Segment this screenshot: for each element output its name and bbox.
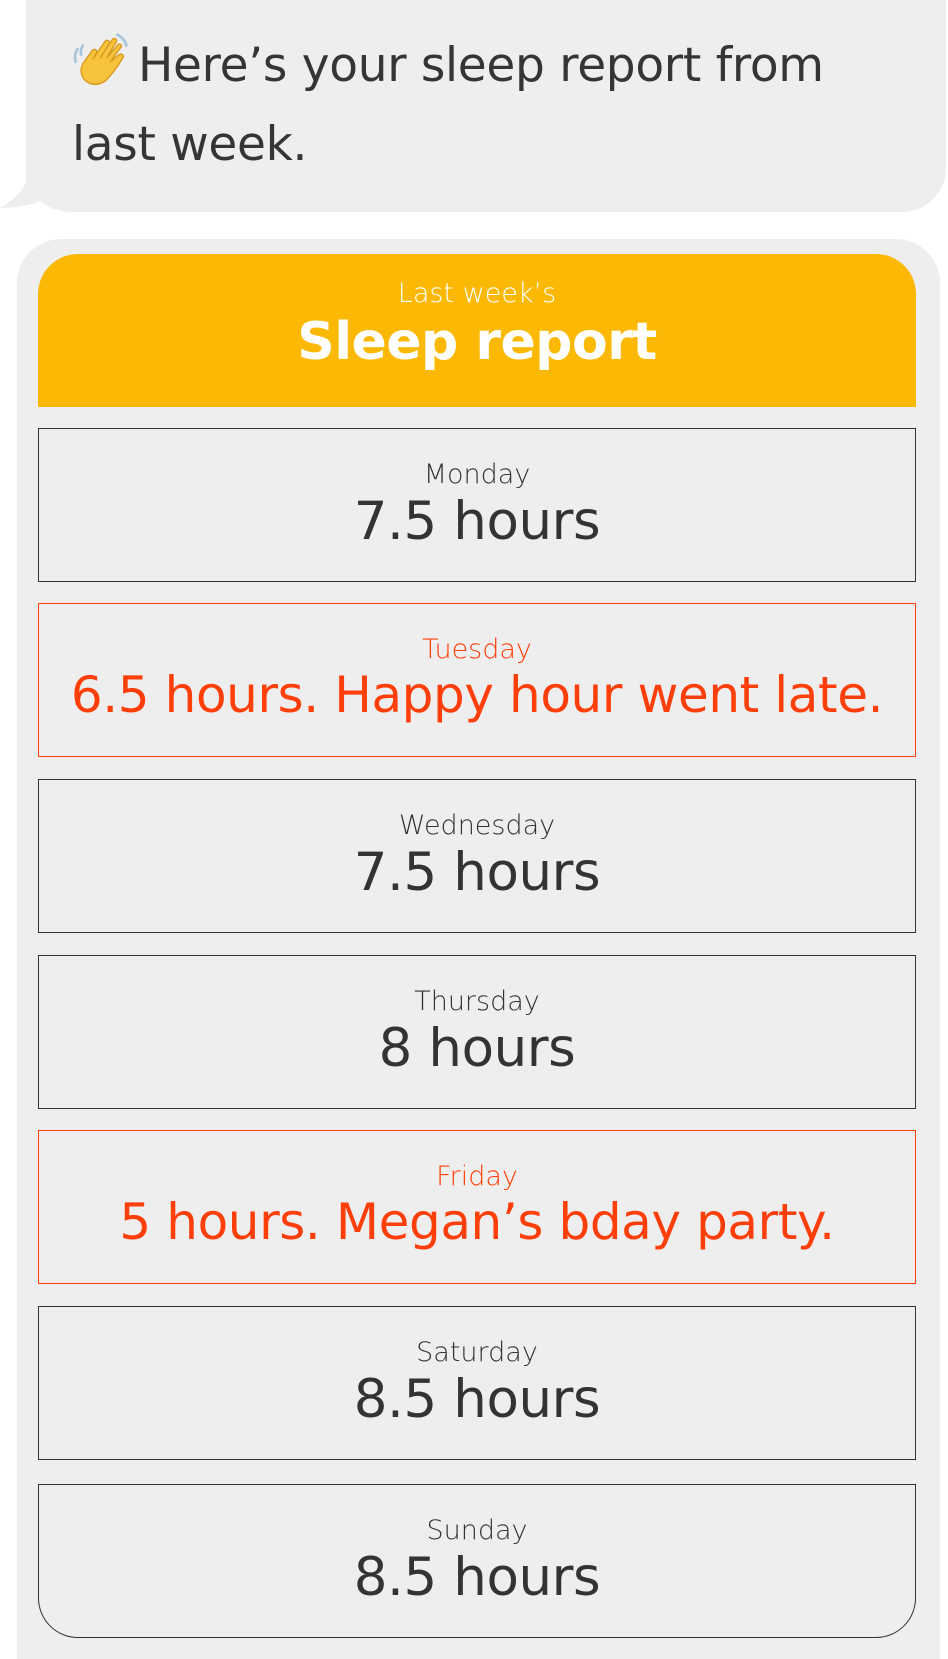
day-sleep-value: 6.5 hours. Happy hour went late. — [70, 666, 884, 724]
report-title: Sleep report — [297, 312, 657, 372]
day-row-monday: Monday 7.5 hours — [38, 428, 916, 582]
day-sleep-value: 5 hours. Megan’s bday party. — [119, 1193, 835, 1251]
chat-message-text: Here’s your sleep report from last week. — [72, 26, 912, 184]
day-name: Wednesday — [398, 810, 556, 841]
day-row-saturday: Saturday 8.5 hours — [38, 1306, 916, 1460]
day-sleep-value: 7.5 hours — [353, 491, 601, 552]
day-row-friday: Friday 5 hours. Megan’s bday party. — [38, 1130, 916, 1284]
day-sleep-value: 8.5 hours — [353, 1547, 601, 1608]
day-sleep-value: 7.5 hours — [353, 842, 601, 903]
day-name: Saturday — [416, 1337, 538, 1368]
day-name: Monday — [423, 459, 531, 490]
day-row-tuesday: Tuesday 6.5 hours. Happy hour went late. — [38, 603, 916, 757]
chat-message-bubble: Here’s your sleep report from last week. — [26, 0, 946, 212]
day-sleep-value: 8 hours — [378, 1018, 576, 1079]
day-name: Thursday — [414, 986, 540, 1017]
day-name: Tuesday — [422, 634, 532, 665]
day-row-thursday: Thursday 8 hours — [38, 955, 916, 1109]
chat-message-label: Here’s your sleep report from last week. — [72, 38, 824, 172]
day-row-sunday: Sunday 8.5 hours — [38, 1484, 916, 1638]
report-subtitle: Last week’s — [397, 278, 557, 309]
day-name: Friday — [436, 1161, 518, 1192]
day-row-wednesday: Wednesday 7.5 hours — [38, 779, 916, 933]
waving-hand-icon — [73, 33, 128, 86]
report-header: Last week’s Sleep report — [38, 254, 916, 407]
day-sleep-value: 8.5 hours — [353, 1369, 601, 1430]
day-name: Sunday — [426, 1515, 528, 1546]
